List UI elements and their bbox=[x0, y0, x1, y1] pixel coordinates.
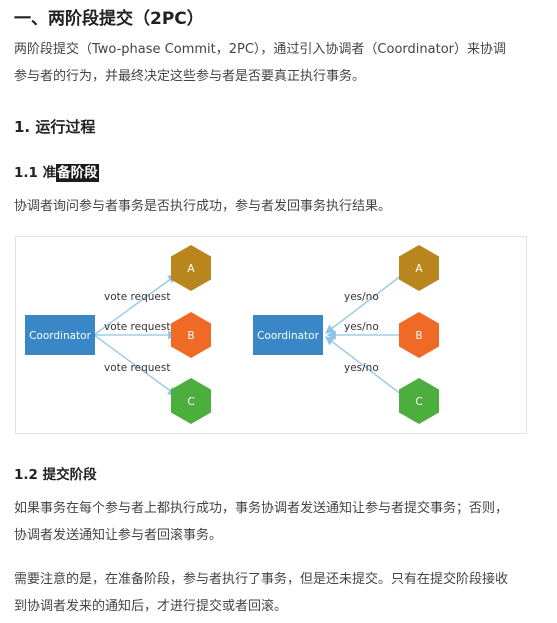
commit-paragraph-2: 需要注意的是，在准备阶段，参与者执行了事务，但是还未提交。只有在提交阶段接收 到… bbox=[14, 566, 544, 620]
commit-p1-line-2: 协调者发送通知让参与者回滚事务。 bbox=[14, 528, 223, 543]
intro-paragraph: 两阶段提交（Two-phase Commit，2PC），通过引入协调者（Coor… bbox=[14, 36, 544, 90]
two-phase-diagram: Coordinator vote request vote request vo… bbox=[15, 236, 527, 434]
right-label-c: yes/no bbox=[344, 362, 379, 374]
left-label-c: vote request bbox=[104, 362, 170, 374]
left-coordinator-label: Coordinator bbox=[29, 330, 92, 342]
commit-p2-line-1: 需要注意的是，在准备阶段，参与者执行了事务，但是还未提交。只有在提交阶段接收 bbox=[14, 572, 509, 587]
right-participant-a-label: A bbox=[415, 263, 423, 275]
left-participant-c-label: C bbox=[187, 396, 194, 408]
left-participant-b-label: B bbox=[187, 330, 194, 342]
prepare-phase-text: 协调者询问参与者事务是否执行成功，参与者发回事务执行结果。 bbox=[14, 199, 392, 214]
left-label-b: vote request bbox=[104, 321, 170, 333]
section-heading-process: 1. 运行过程 bbox=[14, 118, 96, 136]
prepare-heading-prefix: 1.1 准 bbox=[14, 165, 57, 181]
right-coordinator-label: Coordinator bbox=[257, 330, 320, 342]
commit-paragraph-1: 如果事务在每个参与者上都执行成功，事务协调者发送通知让参与者提交事务；否则， 协… bbox=[14, 495, 544, 549]
intro-line-1: 两阶段提交（Two-phase Commit，2PC），通过引入协调者（Coor… bbox=[14, 42, 506, 57]
page-title: 一、两阶段提交（2PC） bbox=[14, 9, 204, 29]
prepare-phase-heading: 1.1 准备阶段 bbox=[14, 161, 99, 182]
prepare-heading-highlight: 备阶段 bbox=[56, 164, 99, 182]
diagram-svg: Coordinator vote request vote request vo… bbox=[25, 245, 439, 424]
right-label-b: yes/no bbox=[344, 321, 379, 333]
right-label-a: yes/no bbox=[344, 291, 379, 303]
right-participant-c-label: C bbox=[415, 396, 422, 408]
commit-p1-line-1: 如果事务在每个参与者上都执行成功，事务协调者发送通知让参与者提交事务；否则， bbox=[14, 501, 509, 516]
commit-p2-line-2: 到协调者发来的通知后，才进行提交或者回滚。 bbox=[14, 599, 288, 614]
commit-phase-heading: 1.2 提交阶段 bbox=[14, 467, 97, 483]
left-label-a: vote request bbox=[104, 291, 170, 303]
left-participant-a-label: A bbox=[187, 263, 195, 275]
intro-line-2: 参与者的行为，并最终决定这些参与者是否要真正执行事务。 bbox=[14, 69, 366, 84]
right-participant-b-label: B bbox=[415, 330, 422, 342]
